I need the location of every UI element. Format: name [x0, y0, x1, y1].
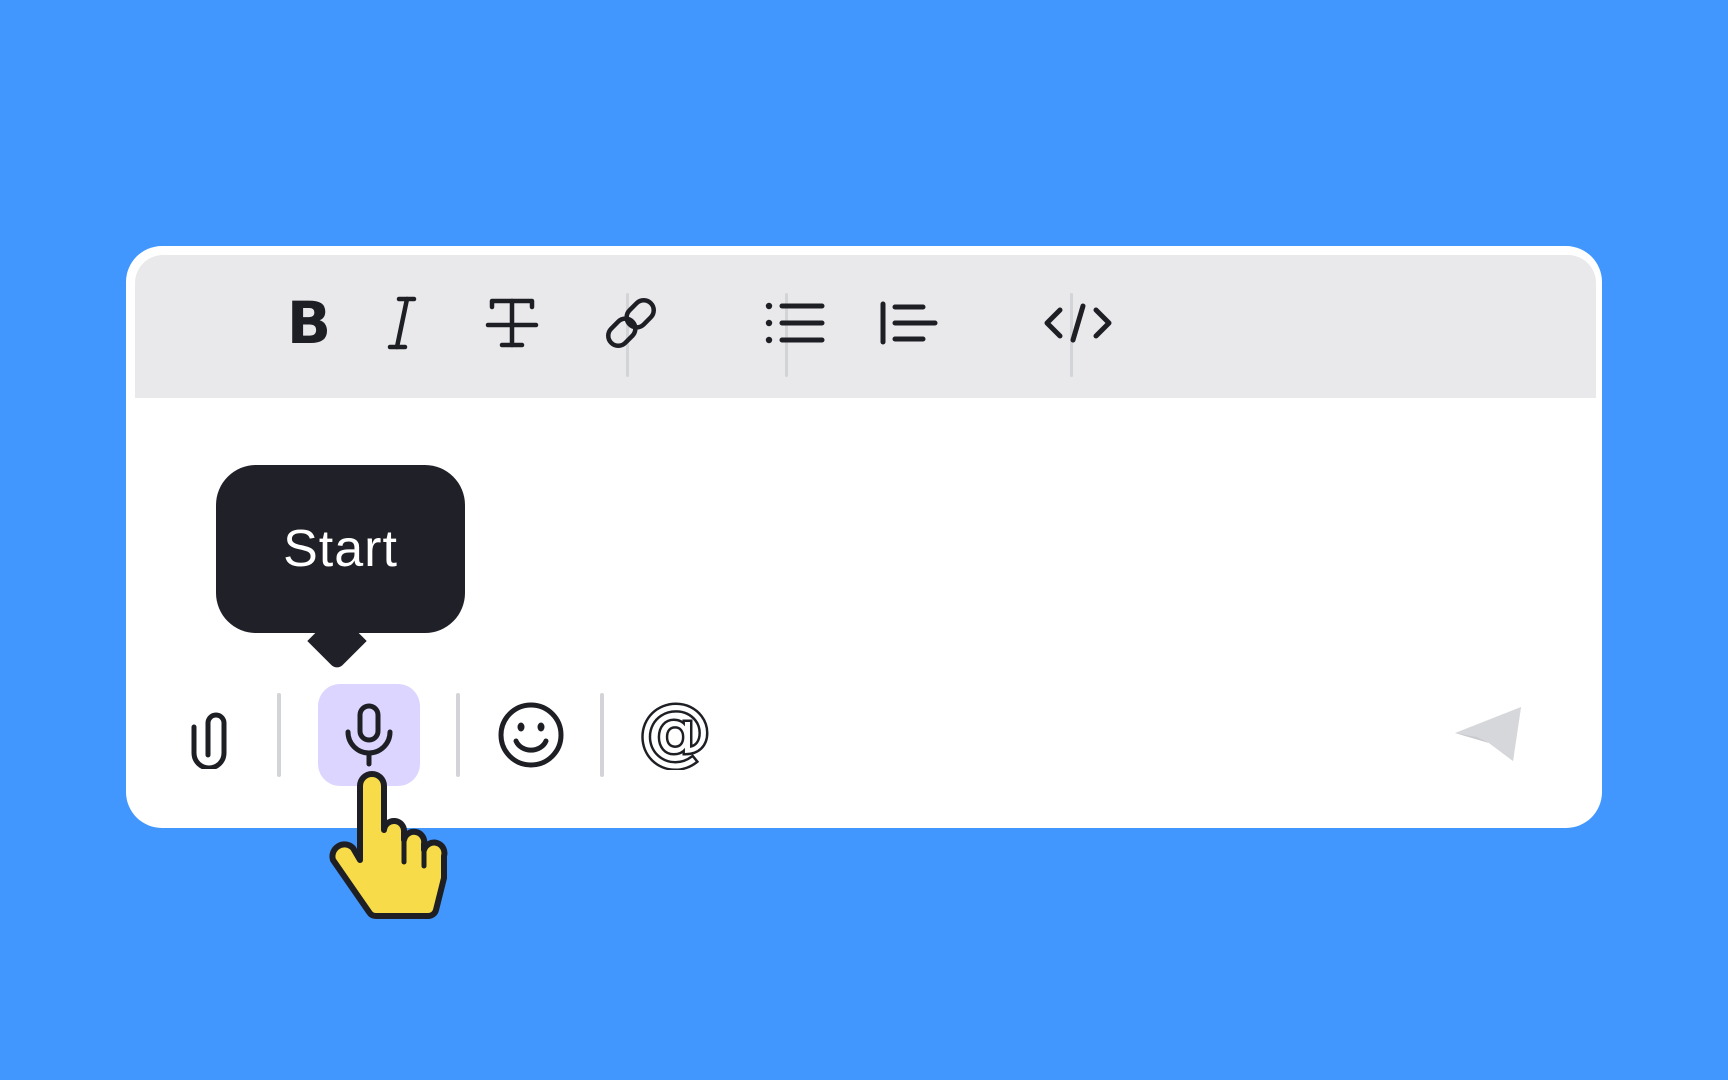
- italic-button[interactable]: [352, 273, 452, 373]
- send-icon: [1455, 707, 1521, 761]
- formatting-toolbar: B: [135, 255, 1596, 398]
- bold-icon: B: [287, 293, 331, 353]
- bulleted-list-button[interactable]: [746, 273, 846, 373]
- smiley-icon: [498, 702, 564, 768]
- hand-pointer-icon: [329, 771, 448, 919]
- paperclip-icon: [191, 712, 227, 769]
- bulleted-list-icon: [765, 302, 825, 344]
- code-icon: [1044, 303, 1112, 343]
- bold-button[interactable]: B: [259, 273, 359, 373]
- italic-icon: [387, 296, 417, 350]
- tooltip: Start: [216, 465, 465, 633]
- at-sign-icon: @: [640, 700, 710, 770]
- mention-button[interactable]: @: [624, 684, 726, 786]
- strikethrough-button[interactable]: [462, 273, 562, 373]
- microphone-icon: [345, 703, 393, 767]
- link-button[interactable]: [581, 273, 681, 373]
- emoji-button[interactable]: [480, 684, 582, 786]
- action-divider: [456, 693, 460, 777]
- send-button[interactable]: [1436, 684, 1538, 786]
- strikethrough-icon: [485, 298, 539, 348]
- block-quote-button[interactable]: [859, 273, 959, 373]
- action-divider: [600, 693, 604, 777]
- block-quote-icon: [880, 301, 938, 345]
- code-button[interactable]: [1028, 273, 1128, 373]
- svg-text:@: @: [640, 700, 710, 770]
- action-divider: [277, 693, 281, 777]
- attach-button[interactable]: [158, 686, 260, 788]
- svg-text:B: B: [287, 293, 331, 353]
- tooltip-label: Start: [283, 520, 398, 578]
- link-icon: [606, 298, 656, 348]
